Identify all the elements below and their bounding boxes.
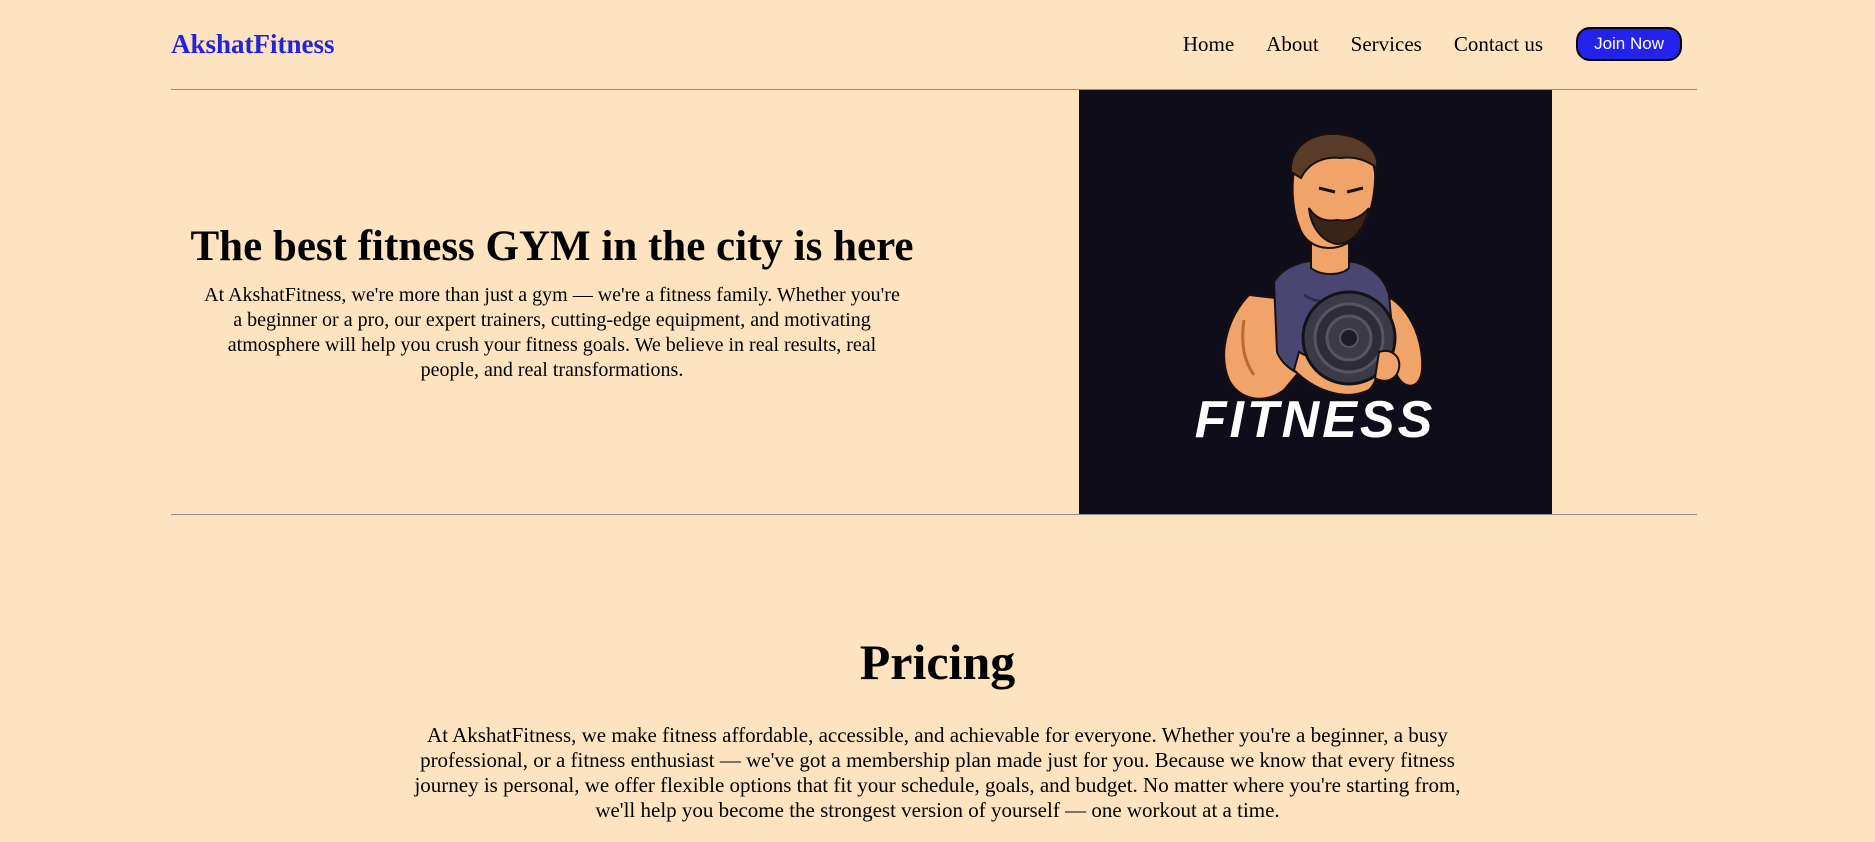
navbar: AkshatFitness Home About Services Contac…: [171, 0, 1697, 90]
nav-link-home[interactable]: Home: [1183, 32, 1234, 57]
fitness-logo-text: FITNESS: [1195, 391, 1436, 449]
pricing-description: At AkshatFitness, we make fitness afford…: [414, 723, 1461, 822]
nav-links: Home About Services Contact us Join Now: [1183, 26, 1697, 62]
hero-section: The best fitness GYM in the city is here…: [171, 90, 1697, 515]
nav-link-services[interactable]: Services: [1351, 32, 1422, 57]
pricing-title: Pricing: [859, 634, 1016, 690]
bodybuilder-dumbbell-icon: FITNESS: [1195, 132, 1436, 449]
hero-image: FITNESS: [1079, 90, 1552, 514]
hero-text-block: The best fitness GYM in the city is here…: [171, 90, 933, 514]
hero-title: The best fitness GYM in the city is here: [190, 223, 914, 270]
join-now-button[interactable]: Join Now: [1576, 27, 1682, 61]
brand-logo[interactable]: AkshatFitness: [171, 27, 335, 61]
hero-description: At AkshatFitness, we're more than just a…: [204, 284, 900, 381]
nav-link-about[interactable]: About: [1266, 32, 1319, 57]
nav-link-contact[interactable]: Contact us: [1454, 32, 1543, 57]
page: AkshatFitness Home About Services Contac…: [0, 0, 1875, 842]
